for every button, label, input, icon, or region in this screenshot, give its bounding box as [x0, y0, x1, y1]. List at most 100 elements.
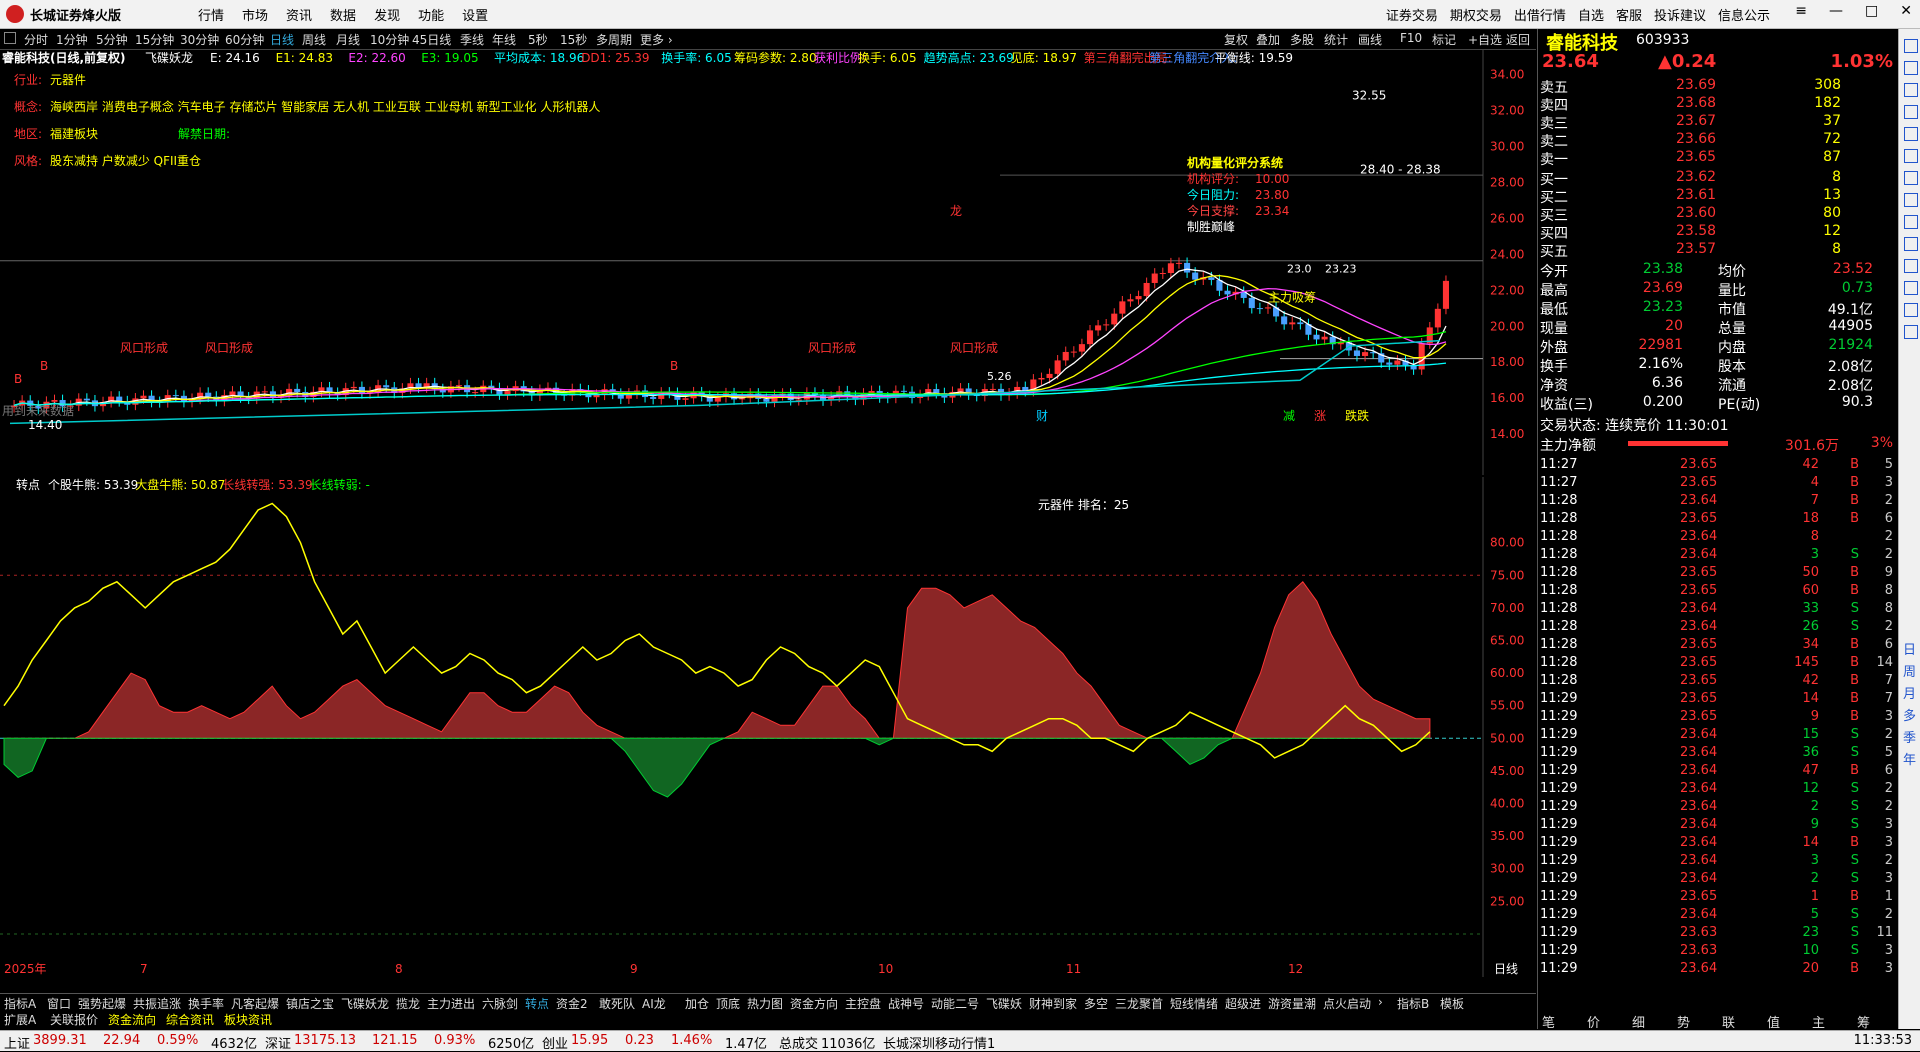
period-11[interactable]: 季线 [460, 31, 484, 48]
tick-time: 11:28 [1540, 619, 1578, 634]
candle-body [51, 400, 58, 402]
header-item: E: 24.16 [210, 51, 260, 65]
ob-label: 卖三 [1540, 116, 1568, 132]
sidebar-tool-icon[interactable] [1904, 193, 1918, 207]
toolbar-8[interactable]: 返回 [1506, 31, 1530, 48]
kline-chart[interactable]: 34.00 32.00 30.00 28.00 26.00 24.00 22.00 20.00… [0, 50, 1536, 475]
period-13[interactable]: 5秒 [528, 31, 548, 48]
stat-key: 流通 [1718, 378, 1746, 394]
quote-tab-1[interactable]: 价 [1587, 1012, 1600, 1031]
minimize-icon[interactable]: — [1829, 3, 1843, 19]
toolbar-5[interactable]: F10 [1400, 31, 1422, 45]
sidebar-tool-icon[interactable] [1904, 237, 1918, 251]
right-menu-6[interactable]: 信息公示 [1718, 5, 1770, 24]
quote-tab-2[interactable]: 细 [1632, 1012, 1645, 1031]
ext-tab-0[interactable]: 扩展A [4, 1011, 36, 1028]
tick-volume: 36 [1802, 745, 1819, 760]
tick-count: 7 [1884, 673, 1893, 688]
stat-row: 净资 6.36 流通 2.08亿 [1538, 375, 1899, 394]
menu-1[interactable]: 市场 [242, 5, 268, 24]
sidebar-tool-icon[interactable] [1904, 39, 1918, 53]
sidebar-3[interactable]: 多 [1903, 705, 1916, 724]
indicator-chart[interactable]: 80.00 75.00 70.00 65.00 60.00 55.00 50.00 45.00… [0, 477, 1536, 977]
period-4[interactable]: 30分钟 [180, 31, 219, 48]
menu-4[interactable]: 发现 [374, 5, 400, 24]
quote-tab-4[interactable]: 联 [1722, 1012, 1735, 1031]
period-15[interactable]: 多周期 [596, 31, 632, 48]
bottom-tab-30[interactable]: › [1378, 995, 1383, 1009]
period-5[interactable]: 60分钟 [225, 31, 264, 48]
period-3[interactable]: 15分钟 [135, 31, 174, 48]
right-menu-5[interactable]: 投诉建议 [1654, 5, 1706, 24]
tick-direction: B [1850, 655, 1859, 670]
maximize-icon[interactable]: □ [1865, 3, 1878, 19]
sidebar-tool-icon[interactable] [1904, 281, 1918, 295]
sub-ytick: 80.00 [1490, 536, 1524, 550]
sidebar-tool-icon[interactable] [1904, 61, 1918, 75]
quote-tab-7[interactable]: 筹 [1857, 1012, 1870, 1031]
sidebar-tool-icon[interactable] [1904, 105, 1918, 119]
candle-body [358, 386, 365, 394]
right-menu-3[interactable]: 自选 [1578, 5, 1604, 24]
sidebar-tool-icon[interactable] [1904, 215, 1918, 229]
period-8[interactable]: 月线 [336, 31, 360, 48]
stat-val: 2.08亿 [1827, 359, 1873, 375]
tick-direction: S [1850, 871, 1859, 886]
period-0[interactable]: 分时 [24, 31, 48, 48]
overlay-val: 10.00 [1255, 172, 1289, 186]
period-6[interactable]: 日线 [270, 31, 294, 48]
period-7[interactable]: 周线 [302, 31, 326, 48]
sidebar-tool-icon[interactable] [1904, 259, 1918, 273]
tick-count: 11 [1876, 925, 1893, 940]
right-menu-2[interactable]: 出借行情 [1514, 5, 1566, 24]
sidebar-5[interactable]: 年 [1903, 749, 1916, 768]
menu-5[interactable]: 功能 [418, 5, 444, 24]
menu-0[interactable]: 行情 [198, 5, 224, 24]
sidebar-tool-icon[interactable] [1904, 325, 1918, 339]
quote-tab-6[interactable]: 主 [1812, 1012, 1825, 1031]
toolbar-3[interactable]: 统计 [1324, 31, 1348, 48]
menu-2[interactable]: 资讯 [286, 5, 312, 24]
sidebar-4[interactable]: 季 [1903, 727, 1916, 746]
right-menu-1[interactable]: 期权交易 [1450, 5, 1502, 24]
right-menu-4[interactable]: 客服 [1616, 5, 1642, 24]
sidebar-tool-icon[interactable] [1904, 171, 1918, 185]
menu-icon[interactable]: ≡ [1795, 3, 1807, 19]
menu-6[interactable]: 设置 [462, 5, 488, 24]
toolbar-0[interactable]: 复权 [1224, 31, 1248, 48]
sidebar-tool-icon[interactable] [1904, 83, 1918, 97]
sidebar-tool-icon[interactable] [1904, 303, 1918, 317]
period-10[interactable]: 45日线 [412, 31, 451, 48]
toolbar-2[interactable]: 多股 [1290, 31, 1314, 48]
sidebar-tool-icon[interactable] [1904, 127, 1918, 141]
period-14[interactable]: 15秒 [560, 31, 587, 48]
toolbar-4[interactable]: 画线 [1358, 31, 1382, 48]
ext-tab-1[interactable]: 关联报价 [50, 1011, 98, 1028]
ext-tab-2[interactable]: 资金流向 [108, 1011, 156, 1028]
right-menu-0[interactable]: 证券交易 [1386, 5, 1438, 24]
sidebar-1[interactable]: 周 [1903, 661, 1916, 680]
toolbar-1[interactable]: 叠加 [1256, 31, 1280, 48]
toolbar-7[interactable]: +自选 [1468, 31, 1502, 48]
ext-tab-4[interactable]: 板块资讯 [224, 1011, 272, 1028]
period-9[interactable]: 10分钟 [370, 31, 409, 48]
tick-volume: 10 [1802, 943, 1819, 958]
ext-tab-3[interactable]: 综合资讯 [166, 1011, 214, 1028]
menu-3[interactable]: 数据 [330, 5, 356, 24]
quote-tab-0[interactable]: 笔 [1542, 1012, 1555, 1031]
sidebar-0[interactable]: 日 [1903, 639, 1916, 658]
status-value: 15.95 [571, 1033, 609, 1048]
tick-count: 7 [1884, 691, 1893, 706]
period-12[interactable]: 年线 [492, 31, 516, 48]
quote-tab-5[interactable]: 值 [1767, 1012, 1780, 1031]
toolbar-6[interactable]: 标记 [1432, 31, 1456, 48]
sidebar-2[interactable]: 月 [1903, 683, 1916, 702]
period-2[interactable]: 5分钟 [96, 31, 128, 48]
sub-ytick: 25.00 [1490, 894, 1524, 908]
period-1[interactable]: 1分钟 [56, 31, 88, 48]
close-icon[interactable]: ✕ [1900, 3, 1912, 19]
toggle-panel-icon[interactable] [4, 32, 16, 44]
sidebar-tool-icon[interactable] [1904, 149, 1918, 163]
quote-tab-3[interactable]: 势 [1677, 1012, 1690, 1031]
period-16[interactable]: 更多 › [640, 31, 673, 48]
